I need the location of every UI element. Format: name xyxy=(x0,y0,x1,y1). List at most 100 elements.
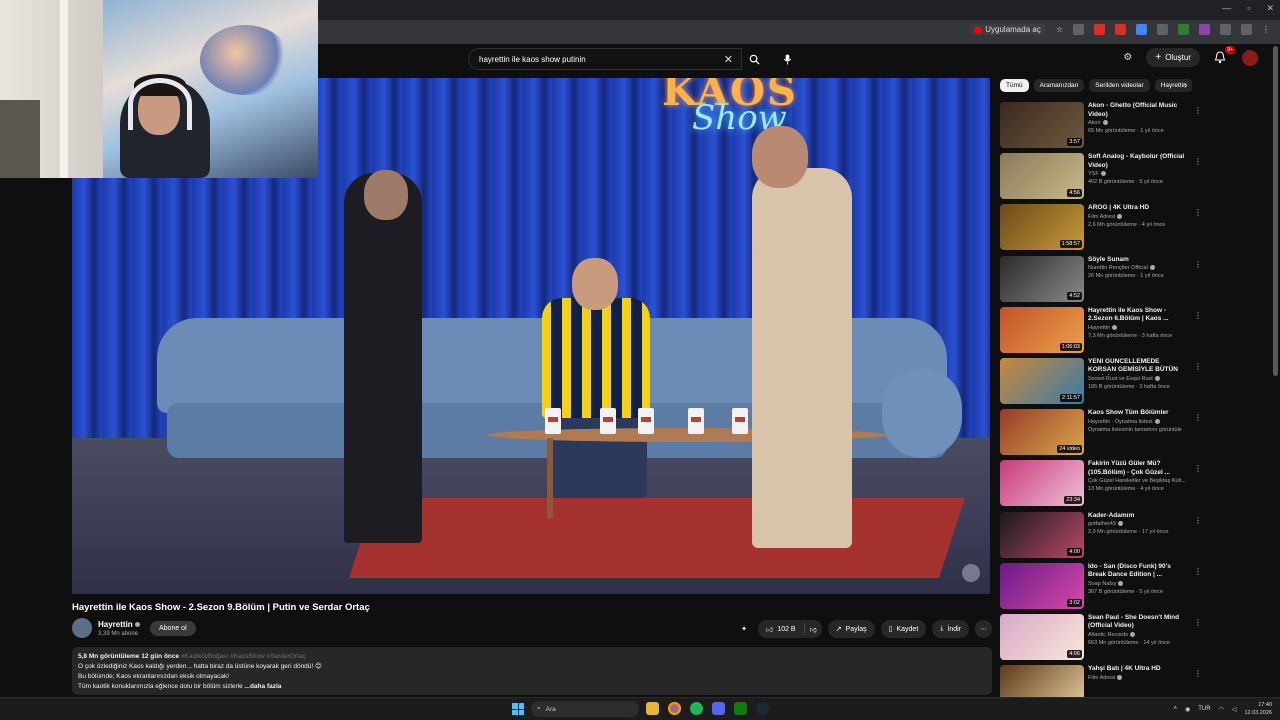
recommendation-item[interactable]: 4:56 Soft Analog - Kaybolur (Official Vid… xyxy=(1000,153,1202,204)
steam-icon[interactable] xyxy=(756,702,769,715)
extension-icon[interactable] xyxy=(1136,24,1147,35)
like-button[interactable]: 👍︎ 102 B xyxy=(757,620,804,638)
recommendation-title[interactable]: YENİ GÜNCELLEMEDE KORSAN GEMİSİYLE BÜTÜN… xyxy=(1088,358,1188,375)
spotify-icon[interactable] xyxy=(690,702,703,715)
notifications-button[interactable]: 9+ xyxy=(1214,45,1235,65)
clear-search-icon[interactable]: ✕ xyxy=(724,53,733,66)
settings-gear-icon[interactable]: ⚙ xyxy=(1123,52,1132,63)
recommendation-title[interactable]: Fakirin Yüzü Güler Mü? (105.Bölüm) - Çok… xyxy=(1088,460,1188,477)
recommendation-item[interactable]: 23:34 Fakirin Yüzü Güler Mü? (105.Bölüm) … xyxy=(1000,460,1202,511)
browser-menu-icon[interactable]: ⋮ xyxy=(1262,25,1270,34)
more-options-icon[interactable]: ⋮ xyxy=(1194,669,1202,678)
recommendation-title[interactable]: İdo - San (Disco Funk) 90's Break Dance … xyxy=(1088,563,1188,580)
recommendation-title[interactable]: Söyle Sunam xyxy=(1088,256,1188,265)
search-button[interactable] xyxy=(742,48,766,70)
wifi-icon[interactable]: ◠ xyxy=(1219,706,1224,713)
video-thumbnail[interactable]: 3:57 xyxy=(1000,102,1084,148)
taskbar-search[interactable]: ⌕ Ara xyxy=(531,701,639,717)
video-thumbnail[interactable]: 24 video xyxy=(1000,409,1084,456)
chevron-up-icon[interactable]: ˄ xyxy=(1173,706,1177,712)
recommendation-channel[interactable]: Atlantic Records xyxy=(1088,631,1188,639)
subscribe-button[interactable]: Abone ol xyxy=(150,621,196,636)
recommendation-item[interactable]: 2:11:57 YENİ GÜNCELLEMEDE KORSAN GEMİSİYL… xyxy=(1000,357,1202,409)
more-options-icon[interactable]: ⋮ xyxy=(1194,464,1202,473)
bookmark-star-icon[interactable]: ☆ xyxy=(1056,25,1063,34)
recommendation-channel[interactable]: Akon xyxy=(1088,119,1188,127)
recommendation-item[interactable]: 4:52 Söyle Sunam Nurettin Rençber Official… xyxy=(1000,255,1202,307)
recommendation-channel[interactable]: gotfather43 xyxy=(1088,520,1188,528)
recommendation-channel[interactable]: Nurettin Rençber Official xyxy=(1088,264,1188,272)
ask-ai-button[interactable]: ✦ xyxy=(736,620,752,638)
hashtags[interactable]: #KadıköyBoğası #KaosShow #SerdarOrtaç xyxy=(181,653,306,660)
video-thumbnail[interactable]: 3:02 xyxy=(1000,562,1084,609)
extension-icon[interactable] xyxy=(1199,24,1210,35)
more-options-icon[interactable]: ⋮ xyxy=(1194,157,1202,166)
recommendation-item[interactable]: 24 video Kaos Show Tüm Bölümler Hayrettin … xyxy=(1000,409,1202,460)
video-thumbnail[interactable]: 4:06 xyxy=(1000,613,1084,660)
video-thumbnail[interactable]: 2:11:57 xyxy=(1000,357,1084,404)
recommendation-item[interactable]: 4:06 Sean Paul - She Doesn't Mind (Offici… xyxy=(1000,613,1202,665)
recommendation-title[interactable]: Akon - Ghetto (Official Music Video) xyxy=(1088,102,1188,119)
recommendation-title[interactable]: Kader-Adamım xyxy=(1088,512,1188,521)
video-thumbnail[interactable]: 4:56 xyxy=(1000,153,1084,200)
save-button[interactable]: ▯ Kaydet xyxy=(880,620,927,638)
maximize-icon[interactable]: ▫ xyxy=(1247,3,1250,14)
more-options-icon[interactable]: ⋮ xyxy=(1194,208,1202,217)
recommendation-channel[interactable]: YSF xyxy=(1088,170,1188,178)
language-indicator[interactable]: TUR xyxy=(1198,706,1210,712)
more-options-icon[interactable]: ⋮ xyxy=(1194,516,1202,525)
recommendation-channel[interactable]: Çok Güzel Hareketler ve Beşiktaş Kült... xyxy=(1088,477,1188,485)
recommendation-channel[interactable]: Film Adresi xyxy=(1088,213,1188,221)
recommendation-channel[interactable]: Soap Natsy xyxy=(1088,580,1188,588)
recommendation-item[interactable]: 1:58:57 AROG | 4K Ultra HD Film Adresi 2,6 … xyxy=(1000,204,1202,255)
profile-icon[interactable] xyxy=(1241,24,1252,35)
extension-icon[interactable] xyxy=(1073,24,1084,35)
recommendation-channel[interactable]: Hayrettin · Oynatma listesi xyxy=(1088,418,1188,426)
recommendation-title[interactable]: Sean Paul - She Doesn't Mind (Official V… xyxy=(1088,614,1188,631)
more-options-icon[interactable]: ⋮ xyxy=(1194,311,1202,320)
video-thumbnail[interactable]: 4:52 xyxy=(1000,255,1084,302)
search-input[interactable]: hayrettin ile kaos show putinin ✕ xyxy=(468,48,742,70)
download-button[interactable]: ⤓ İndir xyxy=(932,620,969,638)
channel-avatar[interactable] xyxy=(72,618,92,638)
recommendation-title[interactable]: Soft Analog - Kaybolur (Official Video) xyxy=(1088,153,1188,170)
recommendation-channel[interactable]: Film Adresi xyxy=(1088,674,1188,682)
extension-icon[interactable] xyxy=(1094,24,1105,35)
clock[interactable]: 17:40 12.03.2026 xyxy=(1244,701,1272,717)
extension-icon[interactable] xyxy=(1115,24,1126,35)
discord-icon[interactable] xyxy=(712,702,725,715)
windows-start-icon[interactable] xyxy=(512,703,524,715)
show-more-link[interactable]: ...daha fazla xyxy=(245,683,282,690)
chevron-right-icon[interactable]: › xyxy=(1184,80,1187,90)
recommendation-item[interactable]: 3:02 İdo - San (Disco Funk) 90's Break Da… xyxy=(1000,562,1202,614)
more-actions-button[interactable]: ⋯ xyxy=(975,620,992,638)
channel-name[interactable]: Hayrettin xyxy=(98,620,140,629)
extension-icon[interactable] xyxy=(1157,24,1168,35)
more-options-icon[interactable]: ⋮ xyxy=(1194,362,1202,371)
volume-icon[interactable]: ◁ xyxy=(1232,706,1237,713)
page-scrollbar[interactable] xyxy=(1273,46,1278,696)
recommendation-channel[interactable]: Hayrettin xyxy=(1088,324,1188,332)
video-thumbnail[interactable]: 4:00 xyxy=(1000,511,1084,558)
recommendation-item[interactable]: 3:57 Akon - Ghetto (Official Music Video)… xyxy=(1000,102,1202,153)
recommendation-item[interactable]: 4:00 Kader-Adamım gotfather43 2,9 Mn görünt… xyxy=(1000,511,1202,563)
share-button[interactable]: ↗ Paylaş xyxy=(827,620,875,638)
more-options-icon[interactable]: ⋮ xyxy=(1194,106,1202,115)
filter-chip[interactable]: Tümü xyxy=(1000,78,1029,92)
create-button[interactable]: + Oluştur xyxy=(1146,48,1200,67)
video-thumbnail[interactable]: 23:34 xyxy=(1000,460,1084,507)
account-avatar[interactable] xyxy=(1242,49,1258,66)
more-options-icon[interactable]: ⋮ xyxy=(1194,618,1202,627)
recommendation-title[interactable]: Hayrettin ile Kaos Show - 2.Sezon 6.Bölü… xyxy=(1088,307,1188,324)
recommendation-channel[interactable]: Sessel Rust ve Esqui Rust xyxy=(1088,375,1188,383)
more-options-icon[interactable]: ⋮ xyxy=(1194,260,1202,269)
extension-icon[interactable] xyxy=(1178,24,1189,35)
video-description[interactable]: 5,8 Mn görüntüleme 12 gün önce #KadıköyB… xyxy=(72,647,992,695)
recommendation-title[interactable]: AROG | 4K Ultra HD xyxy=(1088,204,1188,213)
filter-chip[interactable]: Aramanızdan xyxy=(1033,78,1085,92)
more-options-icon[interactable]: ⋮ xyxy=(1194,413,1202,422)
tray-app-icon[interactable]: ◉ xyxy=(1185,706,1190,713)
xbox-icon[interactable] xyxy=(734,702,747,715)
voice-search-button[interactable] xyxy=(776,48,798,70)
file-explorer-icon[interactable] xyxy=(646,702,659,715)
